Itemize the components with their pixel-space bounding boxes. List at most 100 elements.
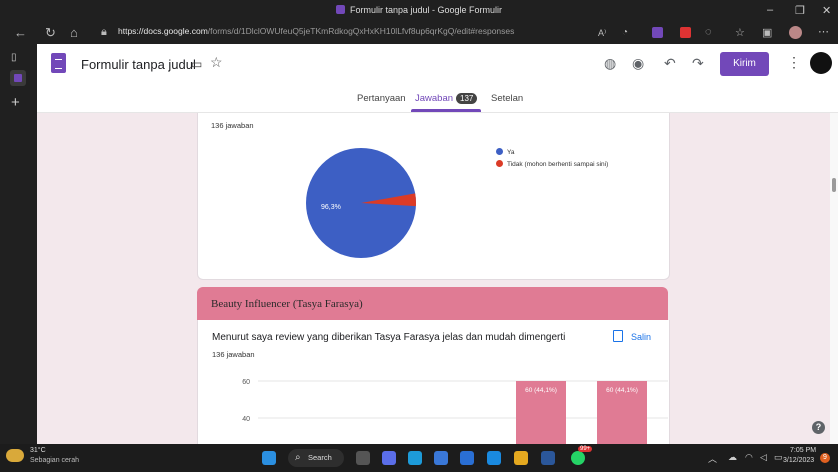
bar-data-label: 60 (44,1%) <box>606 387 638 394</box>
browser-toolbar: ← ↻ ⌂ 🔒︎ https://docs.google.com/forms/d… <box>0 22 838 44</box>
question-title: Menurut saya review yang diberikan Tasya… <box>212 332 566 343</box>
new-tab-icon[interactable]: + <box>11 94 20 111</box>
notification-count[interactable]: 9 <box>820 453 830 463</box>
preview-eye-icon[interactable]: ◉ <box>632 55 644 72</box>
pie-chart: 96,3% <box>306 148 416 258</box>
taskbar-search[interactable]: Search <box>288 449 344 467</box>
back-icon[interactable]: ← <box>14 25 27 40</box>
forms-header: Formulir tanpa judul ▭ ☆ ◍ ◉ ↶ ↷ Kirim ⋮ <box>37 44 838 85</box>
legend-item-ya: Ya <box>496 148 514 156</box>
response-count-badge: 137 <box>456 93 478 104</box>
bar-chart: 60 40 60 (44,1%) 60 (44,1%) <box>242 379 668 444</box>
whatsapp-badge: 99+ <box>578 446 593 452</box>
weather-icon[interactable] <box>6 449 24 462</box>
send-button[interactable]: Kirim <box>720 52 769 76</box>
palette-icon[interactable]: ◍ <box>604 55 616 72</box>
tracking-icon[interactable]: ◔ <box>622 27 628 38</box>
app-l-icon[interactable] <box>487 451 501 465</box>
url-path: /forms/d/1DlclOWUfeuQ5jeTKmRdkogQxHxKH10… <box>207 26 515 36</box>
temperature[interactable]: 31°C <box>30 447 46 454</box>
reload-icon[interactable]: ↻ <box>45 25 56 41</box>
sidebar-tab-forms[interactable] <box>10 70 26 86</box>
q2-response-count: 136 jawaban <box>212 350 255 359</box>
lock-icon: 🔒︎ <box>101 26 107 38</box>
read-aloud-icon[interactable]: A⁾ <box>598 28 606 39</box>
window-title: Formulir tanpa judul - Google Formulir <box>0 5 838 15</box>
window-titlebar: Formulir tanpa judul - Google Formulir –… <box>0 0 838 22</box>
edge-icon[interactable] <box>408 451 422 465</box>
account-avatar[interactable] <box>810 52 832 74</box>
copy-label: Salin <box>631 332 652 342</box>
favorites-icon[interactable]: ☆ <box>735 26 745 39</box>
settings-app-icon[interactable] <box>434 451 448 465</box>
word-icon[interactable] <box>541 451 555 465</box>
profile-avatar[interactable] <box>789 26 802 39</box>
window-title-text: Formulir tanpa judul - Google Formulir <box>349 5 503 15</box>
legend-item-tidak: Tidak (mohon berhenti sampai sini) <box>496 160 608 168</box>
minimize-icon[interactable]: – <box>767 4 773 16</box>
y-tick-label: 40 <box>242 416 250 423</box>
browser-menu-icon[interactable]: ⋯ <box>818 25 829 38</box>
weather-status[interactable]: Sebagian cerah <box>30 457 79 464</box>
star-icon[interactable]: ☆ <box>210 54 223 71</box>
wifi-icon[interactable]: ◠ <box>745 452 753 463</box>
tab-setelan[interactable]: Setelan <box>491 93 523 104</box>
help-icon[interactable]: ? <box>812 421 825 434</box>
volume-icon[interactable]: ◁ <box>760 452 767 463</box>
form-tabs: Pertanyaan Jawaban 137 Setelan <box>37 84 838 113</box>
page-scrollbar[interactable] <box>830 113 838 444</box>
undo-icon[interactable]: ↶ <box>664 55 676 72</box>
whatsapp-icon[interactable] <box>571 451 585 465</box>
legend-swatch-ya <box>496 148 503 155</box>
forms-favicon-icon <box>335 5 345 14</box>
y-tick-label: 60 <box>242 379 250 386</box>
tab-jawaban-label: Jawaban <box>415 93 454 104</box>
pie-slice-label: 96,3% <box>321 204 341 211</box>
sidebar-toggle-icon[interactable]: ▯ <box>11 52 17 63</box>
browser-sidebar: ▯ + <box>0 44 37 444</box>
legend-label-tidak: Tidak (mohon berhenti sampai sini) <box>507 161 609 168</box>
active-tab-indicator <box>411 109 481 112</box>
task-view-icon[interactable] <box>356 451 370 465</box>
tab-jawaban[interactable]: Jawaban 137 <box>415 93 478 104</box>
redo-icon[interactable]: ↷ <box>692 55 704 72</box>
taskbar-search-label: Search <box>308 453 332 462</box>
responses-content[interactable]: 136 jawaban 96,3% Ya Tidak (mohon berhen… <box>37 113 830 444</box>
collections-icon[interactable]: ▣ <box>762 26 772 39</box>
legend-label-ya: Ya <box>507 149 515 156</box>
file-explorer-icon[interactable] <box>514 451 528 465</box>
more-options-icon[interactable]: ⋮ <box>787 54 801 71</box>
clock-date[interactable]: 3/12/2023 <box>783 457 814 464</box>
bar-data-label: 60 (44,1%) <box>525 387 557 394</box>
section-title: Beauty Influencer (Tasya Farasya) <box>211 298 363 310</box>
extension-mail-icon[interactable] <box>680 27 691 38</box>
copy-chart-button[interactable]: Salin <box>613 330 651 342</box>
onedrive-icon[interactable]: ☁ <box>728 452 737 463</box>
teams-chat-icon[interactable] <box>382 451 396 465</box>
address-bar[interactable]: https://docs.google.com/forms/d/1DlclOWU… <box>118 26 514 36</box>
clock-time[interactable]: 7:05 PM <box>790 447 816 454</box>
home-icon[interactable]: ⌂ <box>70 25 78 40</box>
legend-swatch-tidak <box>496 160 503 167</box>
windows-taskbar: 31°C Sebagian cerah Search 99+ ︿ ☁ ◠ ◁ ▭… <box>0 444 838 472</box>
question-summary-card-2: Menurut saya review yang diberikan Tasya… <box>197 320 670 444</box>
move-to-folder-icon[interactable]: ▭ <box>191 57 202 71</box>
close-icon[interactable]: ✕ <box>822 4 831 17</box>
form-title[interactable]: Formulir tanpa judul <box>81 57 196 72</box>
windows-start-icon[interactable] <box>262 451 276 465</box>
section-header: Beauty Influencer (Tasya Farasya) <box>197 287 668 320</box>
tray-expand-icon[interactable]: ︿ <box>708 452 717 465</box>
google-forms-logo-icon[interactable] <box>51 53 66 73</box>
extension-heart-icon[interactable] <box>652 27 663 38</box>
question-summary-card: 136 jawaban 96,3% Ya Tidak (mohon berhen… <box>197 113 670 280</box>
q1-response-count: 136 jawaban <box>211 121 254 130</box>
tab-pertanyaan[interactable]: Pertanyaan <box>357 93 406 104</box>
store-icon[interactable] <box>460 451 474 465</box>
scrollbar-thumb[interactable] <box>832 178 836 192</box>
forms-tab-icon <box>14 74 22 82</box>
url-host: https://docs.google.com <box>118 26 208 36</box>
battery-icon[interactable]: ▭ <box>774 452 783 463</box>
restore-icon[interactable]: ❐ <box>795 4 805 17</box>
extensions-icon[interactable]: ◌ <box>705 26 712 38</box>
copy-icon <box>613 330 623 342</box>
